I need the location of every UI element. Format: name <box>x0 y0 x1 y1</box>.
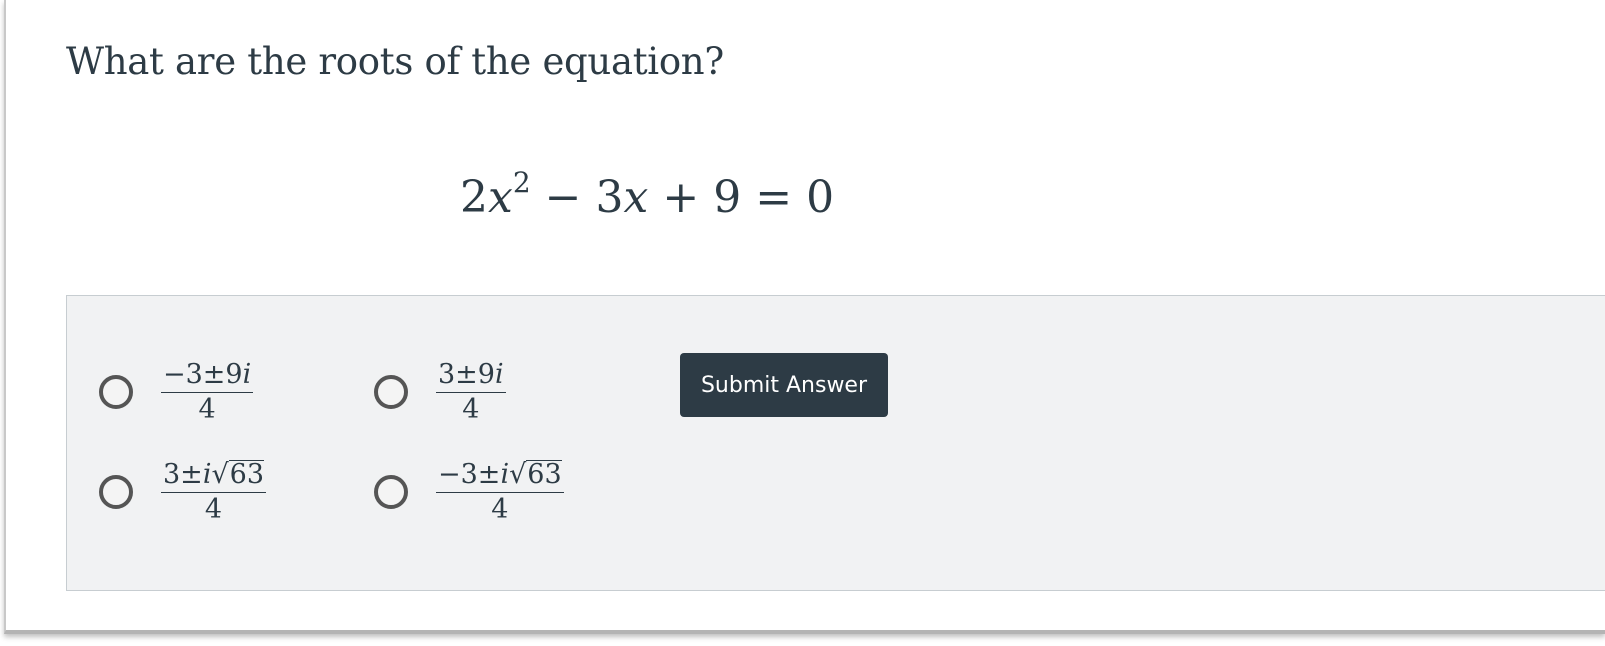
submit-answer-button[interactable]: Submit Answer <box>680 353 888 417</box>
square-root: √ 63 <box>211 459 265 491</box>
numerator-text: 3± <box>163 459 203 490</box>
radicand: 63 <box>526 459 562 491</box>
equation-term2-coefficient: 3 <box>595 172 624 223</box>
option-fraction: −3±9i 4 <box>161 359 254 425</box>
numerator-text: −3±9 <box>163 359 243 390</box>
equation-minus: − <box>544 172 582 223</box>
question-prompt: What are the roots of the equation? <box>66 40 724 83</box>
option-fraction: 3±i √ 63 4 <box>161 459 267 525</box>
option-denominator: 4 <box>204 493 223 525</box>
equation-exponent: 2 <box>512 166 531 199</box>
imaginary-unit: i <box>500 459 510 490</box>
option-numerator: −3±i √ 63 <box>436 460 564 493</box>
option-denominator: 4 <box>198 393 216 425</box>
radio-button[interactable] <box>99 475 133 510</box>
radio-button[interactable] <box>374 375 408 410</box>
answer-option-2[interactable]: 3±9i 4 <box>374 360 506 424</box>
equation-term2-variable: x <box>623 172 649 223</box>
option-fraction: −3±i √ 63 4 <box>436 460 564 524</box>
answer-option-1[interactable]: −3±9i 4 <box>99 359 254 425</box>
quadratic-equation: 2x2−3x +9 = 0 <box>460 169 835 224</box>
equation-constant: 9 <box>713 172 742 223</box>
equation-plus: + <box>662 172 700 223</box>
equation-variable: x <box>488 172 513 223</box>
equation-coefficient: 2 <box>460 172 488 223</box>
numerator-text: 3±9 <box>438 359 495 390</box>
option-denominator: 4 <box>462 393 480 425</box>
answer-option-3[interactable]: 3±i √ 63 4 <box>99 459 267 525</box>
radio-button[interactable] <box>99 375 133 410</box>
option-numerator: −3±9i <box>161 359 254 393</box>
radio-button[interactable] <box>374 475 408 510</box>
radicand: 63 <box>228 459 265 491</box>
numerator-text: −3± <box>438 459 501 490</box>
option-numerator: 3±9i <box>436 360 506 393</box>
equation-rhs: 0 <box>806 172 835 223</box>
quiz-card: What are the roots of the equation? 2x2−… <box>4 0 1605 634</box>
radical-sign: √ <box>509 459 527 490</box>
imaginary-unit: i <box>494 359 504 390</box>
option-numerator: 3±i √ 63 <box>161 459 267 493</box>
answer-option-4[interactable]: −3±i √ 63 4 <box>374 460 564 524</box>
imaginary-unit: i <box>242 359 252 390</box>
answer-panel: −3±9i 4 3±9i 4 3±i √ 63 4 −3±i √ 63 4 Su… <box>66 295 1605 591</box>
square-root: √ 63 <box>509 460 562 490</box>
imaginary-unit: i <box>202 459 212 490</box>
equation-equals: = <box>755 172 793 223</box>
radical-sign: √ <box>211 459 229 490</box>
option-denominator: 4 <box>491 493 509 525</box>
option-fraction: 3±9i 4 <box>436 360 506 424</box>
